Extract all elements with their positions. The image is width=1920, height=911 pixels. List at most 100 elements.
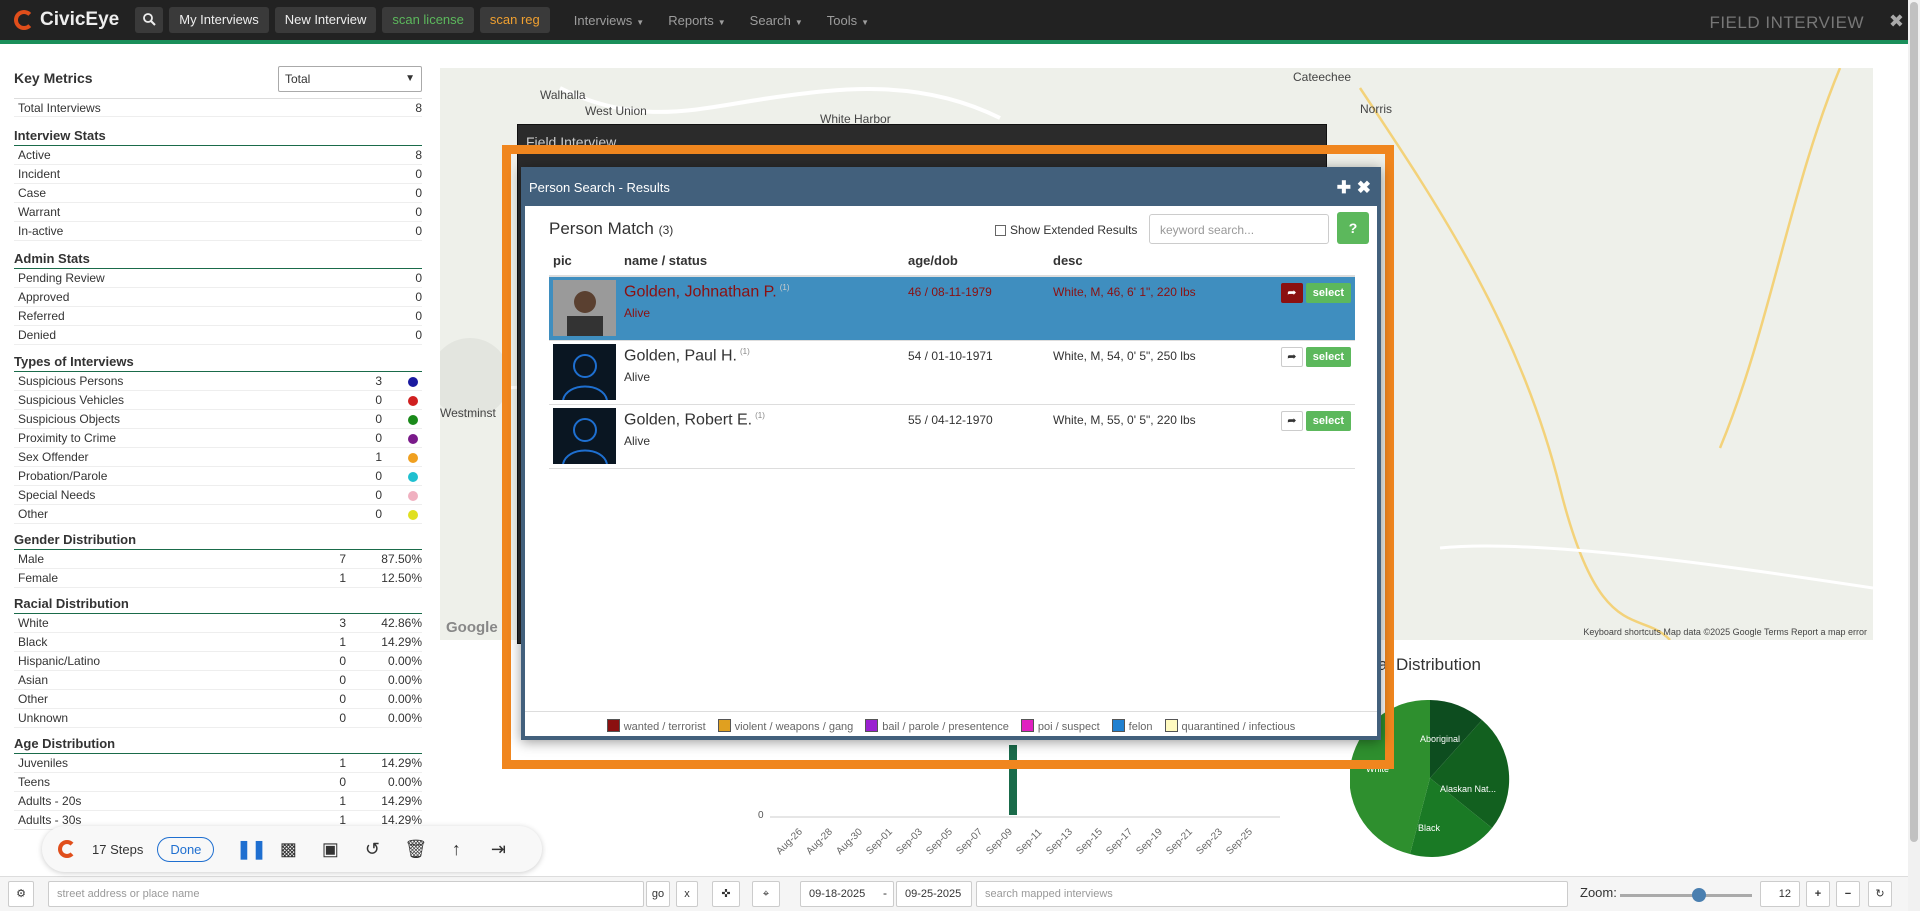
extended-results-toggle[interactable]: Show Extended Results — [995, 223, 1137, 237]
zoom-slider-knob[interactable] — [1692, 888, 1707, 902]
brand[interactable]: CivicEye — [14, 9, 119, 31]
metric-row: In-active 0 — [14, 222, 422, 241]
metric-count: 1 — [339, 756, 346, 770]
x-tick-label: Aug-28 — [804, 826, 835, 857]
metric-row: Hispanic/Latino 0 0.00% — [14, 652, 422, 671]
share-arrow-icon[interactable]: ➦ — [1280, 347, 1303, 367]
metric-row: Pending Review 0 — [14, 269, 422, 288]
pic-cell — [549, 277, 620, 340]
zoom-value[interactable]: 12 — [1760, 881, 1800, 907]
metric-count: 0 — [339, 711, 346, 725]
address-input[interactable]: street address or place name — [48, 881, 644, 907]
pause-icon[interactable]: ❚❚ — [236, 839, 266, 860]
date-from-input[interactable]: 09-18-2025 — [800, 881, 894, 907]
zoom-out-button[interactable]: − — [1836, 881, 1860, 907]
blur-icon[interactable]: ▩ — [278, 839, 298, 860]
done-button[interactable]: Done — [157, 836, 215, 862]
nav-search-button[interactable] — [135, 7, 164, 33]
metric-count: 0 — [339, 692, 346, 706]
flag-legend: wanted / terrorist violent / weapons / ga… — [525, 711, 1377, 739]
person-photo[interactable] — [553, 280, 616, 336]
person-photo[interactable] — [553, 408, 616, 464]
settings-gear-icon[interactable]: ⚙ — [8, 881, 34, 907]
expand-icon[interactable]: ✚ — [1337, 171, 1351, 204]
interview-stats-section: Interview Stats Active 8 Incident 0 Case 0 Warr… — [14, 128, 422, 241]
legend-item: poi / suspect — [1020, 718, 1100, 733]
step-count: 17 Steps — [92, 841, 144, 857]
metric-row: Warrant 0 — [14, 203, 422, 222]
scan-reg-button[interactable]: scan reg — [479, 7, 550, 33]
select-button[interactable]: select — [1305, 347, 1351, 367]
legend-swatch — [1020, 718, 1034, 732]
person-status: Alive — [624, 370, 651, 385]
share-arrow-icon[interactable]: ➦ — [1280, 411, 1303, 431]
x-tick-label: Sep-09 — [984, 826, 1015, 857]
undo-icon[interactable]: ↺ — [362, 839, 382, 860]
zoom-in-button[interactable]: + — [1806, 881, 1830, 907]
col-age: age/dob — [908, 253, 958, 268]
select-button[interactable]: select — [1305, 283, 1351, 303]
metric-row: Special Needs 0 — [14, 486, 422, 505]
metric-percent: 14.29% — [381, 635, 422, 649]
legend-item: bail / parole / presentence — [865, 718, 1009, 733]
metric-label: Probation/Parole — [18, 469, 108, 483]
mapped-search-input[interactable]: search mapped interviews — [976, 881, 1568, 907]
legend-label: bail / parole / presentence — [882, 720, 1009, 733]
pie-label: Aboriginal — [1420, 734, 1460, 744]
map-pin-icon[interactable]: ⌖ — [752, 881, 780, 907]
metric-count: 0 — [415, 224, 422, 238]
table-row[interactable]: Golden, Johnathan P. (1) Alive 46 / 08-11-1… — [549, 277, 1355, 341]
metric-label: Asian — [18, 673, 49, 687]
table-header: pic name / status age/dob desc — [549, 251, 1355, 277]
date-to-input[interactable]: 09-25-2025 — [896, 881, 972, 907]
upload-arrow-icon[interactable]: ↑ — [446, 839, 466, 860]
metric-count: 0 — [375, 507, 382, 521]
share-arrow-icon[interactable]: ➦ — [1280, 283, 1303, 303]
keyword-search-input[interactable]: keyword search... — [1149, 214, 1329, 244]
select-button[interactable]: select — [1305, 411, 1351, 431]
table-row[interactable]: Golden, Paul H. (1) Alive 54 / 01-10-1971 Wh… — [549, 341, 1355, 405]
scrollbar-thumb[interactable] — [1910, 2, 1918, 842]
bottom-toolbar: ⚙ street address or place name go x ✜ ⌖ … — [0, 876, 1908, 911]
skip-to-end-icon[interactable]: ⇥ — [488, 839, 508, 860]
pic-cell — [549, 405, 620, 468]
col-desc: desc — [1053, 253, 1083, 268]
close-icon[interactable]: ✖ — [1357, 171, 1371, 204]
metric-label: Denied — [18, 328, 57, 342]
page-scrollbar[interactable] — [1908, 0, 1920, 911]
metric-percent: 0.00% — [387, 692, 422, 706]
person-name[interactable]: Golden, Paul H. (1) — [624, 347, 904, 365]
my-interviews-button[interactable]: My Interviews — [169, 7, 269, 33]
locate-crosshair-icon[interactable]: ✜ — [712, 881, 740, 907]
menu-reports[interactable]: Reports ▼ — [668, 13, 725, 28]
metrics-period-select[interactable]: Total ▼ — [278, 66, 422, 92]
person-photo[interactable] — [553, 344, 616, 400]
menu-tools[interactable]: Tools ▼ — [827, 13, 869, 28]
metric-label: Other — [18, 692, 49, 706]
metric-row: Black 1 14.29% — [14, 633, 422, 652]
person-status: Alive — [624, 434, 651, 449]
metric-count: 0 — [339, 673, 346, 687]
section-title: Racial Distribution — [14, 596, 422, 614]
metrics-panel: Key Metrics Total ▼ Total Interviews 8 I… — [0, 48, 430, 878]
search-icon — [142, 13, 156, 26]
person-name[interactable]: Golden, Johnathan P. (1) — [624, 283, 904, 301]
menu-interviews[interactable]: Interviews ▼ — [574, 13, 644, 28]
menu-search[interactable]: Search ▼ — [750, 13, 803, 28]
image-icon[interactable]: ▣ — [320, 839, 340, 860]
scan-license-button[interactable]: scan license — [382, 7, 474, 33]
x-tick-label: Sep-01 — [864, 826, 895, 857]
refresh-icon[interactable]: ↻ — [1868, 881, 1892, 907]
metric-label: Referred — [18, 309, 65, 323]
table-row[interactable]: Golden, Robert E. (1) Alive 55 / 04-12-1970… — [549, 405, 1355, 469]
trash-icon[interactable]: 🗑 — [404, 839, 427, 860]
close-icon[interactable]: ✖ — [1889, 11, 1904, 32]
person-name[interactable]: Golden, Robert E. (1) — [624, 411, 904, 429]
clear-button[interactable]: x — [676, 881, 698, 907]
help-button[interactable]: ? — [1337, 212, 1369, 244]
go-button[interactable]: go — [646, 881, 670, 907]
types-section: Types of Interviews Suspicious Persons 3 Su… — [14, 354, 422, 524]
extended-checkbox[interactable] — [995, 224, 1006, 236]
new-interview-button[interactable]: New Interview — [274, 7, 377, 33]
zoom-slider[interactable] — [1620, 888, 1752, 902]
